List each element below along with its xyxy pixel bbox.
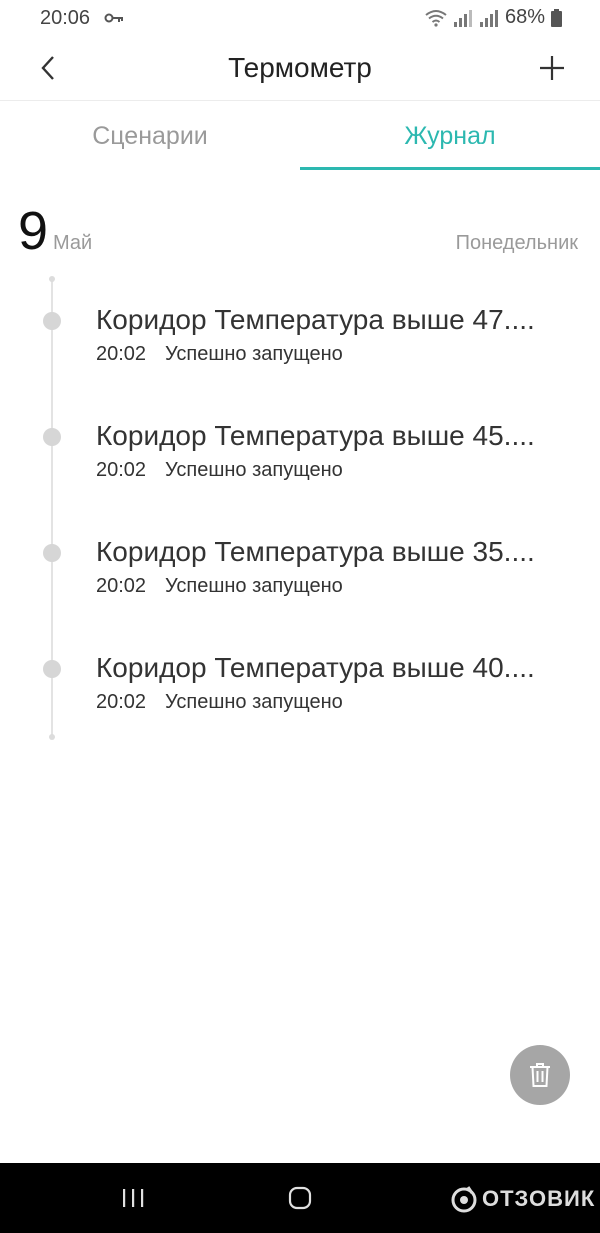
date-weekday: Понедельник: [455, 232, 578, 254]
date-month: Май: [53, 232, 93, 254]
watermark: ОТЗОВИК: [450, 1185, 595, 1213]
entry-title: Коридор Температура выше 45....: [96, 420, 535, 451]
entry-dot: [43, 660, 61, 678]
app-header: Термометр: [0, 36, 600, 101]
otzovik-logo-icon: [451, 1186, 477, 1213]
wifi-icon: [425, 9, 447, 27]
status-indicators: 68%: [425, 6, 562, 29]
log-entry[interactable]: Коридор Температура выше 47.... 20:02 Ус…: [0, 304, 600, 412]
watermark-text: ОТЗОВИК: [482, 1186, 596, 1211]
tab-bar: Сценарии Журнал: [0, 101, 600, 171]
tab-journal[interactable]: Журнал: [300, 101, 600, 171]
signal-icon: [479, 9, 498, 27]
entry-time: 20:02: [96, 691, 147, 713]
home-icon[interactable]: [288, 1186, 312, 1210]
entry-dot: [43, 428, 61, 446]
entry-status: Успешно запущено: [165, 459, 343, 481]
battery-percent: 68%: [504, 6, 545, 28]
entry-dot: [43, 544, 61, 562]
log-entry[interactable]: Коридор Температура выше 40.... 20:02 Ус…: [0, 652, 600, 760]
active-tab-indicator: [300, 167, 600, 170]
status-time: 20:06: [40, 7, 91, 29]
status-bar: 20:06 68%: [0, 0, 600, 36]
entry-title: Коридор Температура выше 35....: [96, 536, 535, 567]
entry-dot: [43, 312, 61, 330]
system-nav-bar: ОТЗОВИК: [0, 1163, 600, 1233]
entry-status: Успешно запущено: [165, 691, 343, 713]
entry-time: 20:02: [96, 575, 147, 597]
entry-status: Успешно запущено: [165, 343, 343, 365]
delete-button[interactable]: [510, 1045, 570, 1105]
entry-time: 20:02: [96, 459, 147, 481]
entry-status: Успешно запущено: [165, 575, 343, 597]
entry-title: Коридор Температура выше 40....: [96, 652, 535, 683]
page-title: Термометр: [228, 52, 372, 83]
recent-apps-icon[interactable]: [120, 1188, 146, 1208]
log-entry[interactable]: Коридор Температура выше 35.... 20:02 Ус…: [0, 536, 600, 644]
entry-time: 20:02: [96, 343, 147, 365]
date-day: 9: [18, 201, 49, 261]
battery-icon: [551, 8, 562, 27]
plus-icon: [540, 56, 564, 80]
key-icon: [104, 13, 123, 23]
add-button[interactable]: [534, 50, 570, 86]
entry-title: Коридор Температура выше 47....: [96, 304, 535, 335]
log-entry[interactable]: Коридор Температура выше 45.... 20:02 Ус…: [0, 420, 600, 528]
signal-icon: [453, 9, 472, 27]
timeline-start-dot: [49, 276, 55, 282]
trash-icon: [530, 1063, 550, 1087]
tab-scenarios[interactable]: Сценарии: [0, 101, 300, 171]
